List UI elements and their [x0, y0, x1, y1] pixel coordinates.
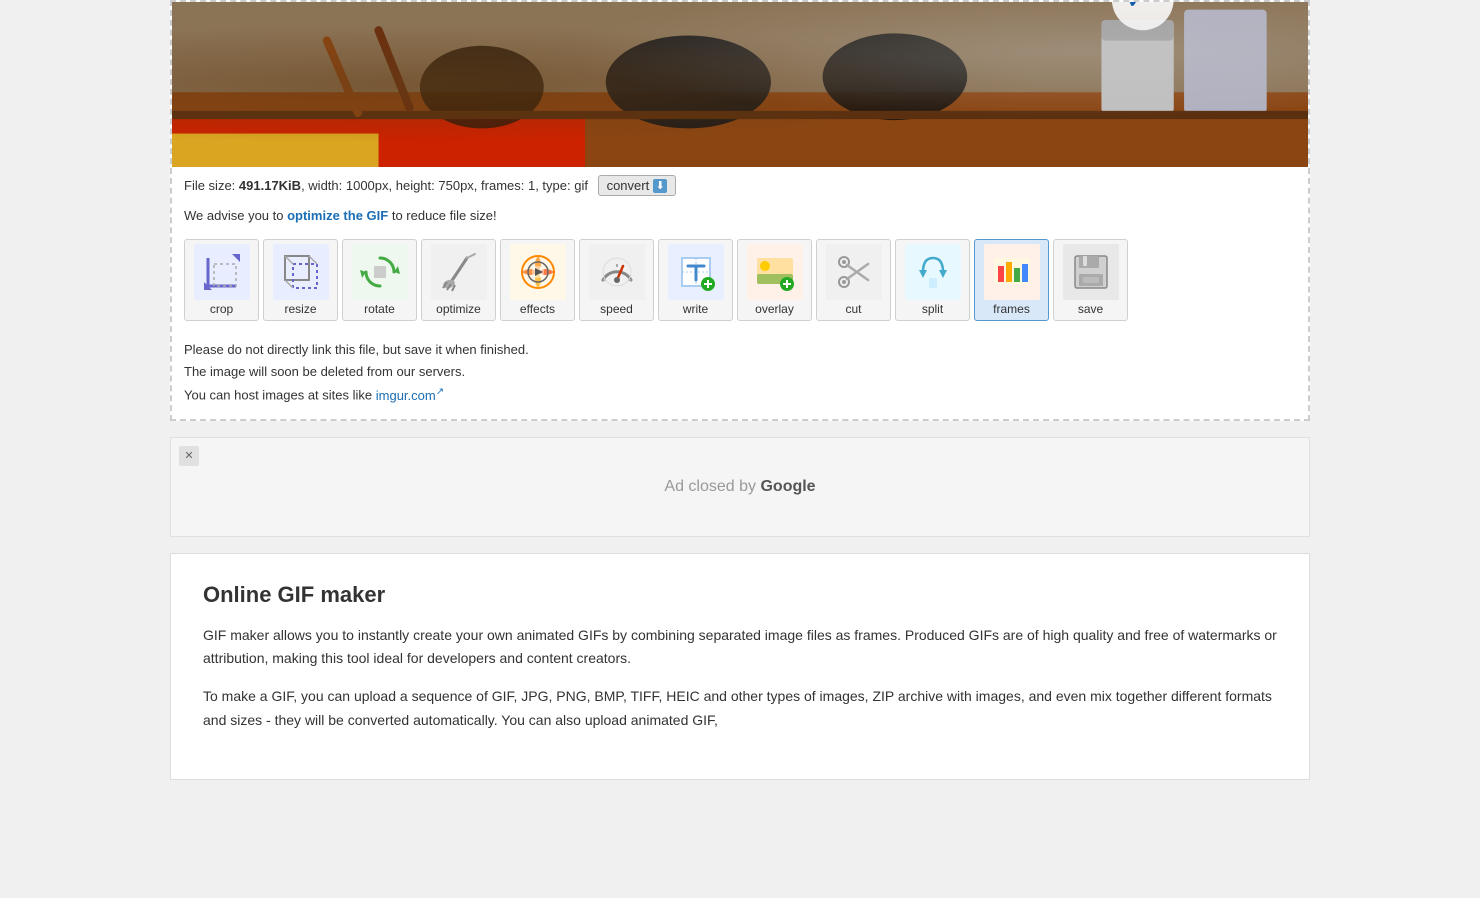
- notice-line3-prefix: You can host images at sites like: [184, 388, 376, 403]
- file-info-prefix: File size:: [184, 178, 239, 193]
- external-link-icon: ↗: [436, 386, 444, 397]
- effects-icon: [510, 244, 566, 300]
- split-icon: [905, 244, 961, 300]
- optimize-svg: [437, 250, 481, 294]
- ad-closed-text: Ad closed by Google: [664, 478, 815, 496]
- rotate-label: rotate: [364, 302, 395, 316]
- write-label: write: [683, 302, 708, 316]
- gif-maker-section: Online GIF maker GIF maker allows you to…: [170, 553, 1310, 780]
- resize-icon: [273, 244, 329, 300]
- save-icon: [1063, 244, 1119, 300]
- rotate-icon: [352, 244, 408, 300]
- tool-optimize[interactable]: optimize: [421, 239, 496, 321]
- file-size: 491.17KiB: [239, 178, 301, 193]
- gif-preview-image: ✓: [172, 2, 1308, 167]
- tool-cut[interactable]: cut: [816, 239, 891, 321]
- save-label: save: [1078, 302, 1103, 316]
- svg-text:✓: ✓: [1127, 2, 1144, 13]
- convert-button[interactable]: convert ⬇: [598, 175, 677, 196]
- optimize-suffix: to reduce file size!: [388, 208, 496, 223]
- tools-row: crop resize: [172, 231, 1308, 331]
- split-label: split: [922, 302, 943, 316]
- download-arrow-icon: ⬇: [653, 179, 667, 193]
- convert-label: convert: [607, 178, 650, 193]
- save-svg: [1069, 250, 1113, 294]
- optimize-icon: [431, 244, 487, 300]
- optimize-label: optimize: [436, 302, 481, 316]
- tool-resize[interactable]: resize: [263, 239, 338, 321]
- notice-line1: Please do not directly link this file, b…: [184, 339, 1296, 361]
- imgur-link[interactable]: imgur.com↗: [376, 388, 444, 403]
- crop-label: crop: [210, 302, 233, 316]
- ad-google-logo: Google: [760, 478, 815, 495]
- rotate-svg: [358, 250, 402, 294]
- notice-section: Please do not directly link this file, b…: [172, 331, 1308, 419]
- crop-svg: [200, 250, 244, 294]
- tool-effects[interactable]: effects: [500, 239, 575, 321]
- ad-section: ✕ Ad closed by Google: [170, 437, 1310, 537]
- optimize-link[interactable]: optimize the GIF: [287, 208, 388, 223]
- optimize-bar: We advise you to optimize the GIF to red…: [172, 204, 1308, 231]
- gif-maker-paragraph1: GIF maker allows you to instantly create…: [203, 624, 1277, 672]
- gif-maker-paragraph2: To make a GIF, you can upload a sequence…: [203, 685, 1277, 733]
- split-svg: [911, 250, 955, 294]
- resize-svg: [279, 250, 323, 294]
- frames-label: frames: [993, 302, 1030, 316]
- image-placeholder: ✓: [172, 2, 1308, 167]
- notice-line2: The image will soon be deleted from our …: [184, 361, 1296, 383]
- tool-rotate[interactable]: rotate: [342, 239, 417, 321]
- tool-overlay[interactable]: overlay: [737, 239, 812, 321]
- resize-label: resize: [284, 302, 316, 316]
- cut-svg: [832, 250, 876, 294]
- main-content-box: ✓ File size: 491.17KiB, width: 1000px, h…: [170, 0, 1310, 421]
- notice-line3: You can host images at sites like imgur.…: [184, 383, 1296, 406]
- gif-maker-title: Online GIF maker: [203, 582, 1277, 608]
- cut-label: cut: [845, 302, 861, 316]
- ad-close-button[interactable]: ✕: [179, 446, 199, 466]
- overlay-icon: [747, 244, 803, 300]
- optimize-prefix: We advise you to: [184, 208, 287, 223]
- page-wrapper: ✓ File size: 491.17KiB, width: 1000px, h…: [0, 0, 1480, 780]
- tool-speed[interactable]: speed: [579, 239, 654, 321]
- speed-icon: [589, 244, 645, 300]
- write-svg: [674, 250, 718, 294]
- overlay-svg: [753, 250, 797, 294]
- file-info-suffix: , width: 1000px, height: 750px, frames: …: [301, 178, 588, 193]
- effects-svg: [516, 250, 560, 294]
- tool-frames[interactable]: frames: [974, 239, 1049, 321]
- crop-icon: [194, 244, 250, 300]
- speed-svg: [595, 250, 639, 294]
- speed-label: speed: [600, 302, 633, 316]
- tool-write[interactable]: write: [658, 239, 733, 321]
- frames-svg: [990, 250, 1034, 294]
- file-info-bar: File size: 491.17KiB, width: 1000px, hei…: [172, 167, 1308, 204]
- tool-split[interactable]: split: [895, 239, 970, 321]
- overlay-label: overlay: [755, 302, 794, 316]
- effects-label: effects: [520, 302, 555, 316]
- write-icon: [668, 244, 724, 300]
- cut-icon: [826, 244, 882, 300]
- frames-icon: [984, 244, 1040, 300]
- tool-save[interactable]: save: [1053, 239, 1128, 321]
- tool-crop[interactable]: crop: [184, 239, 259, 321]
